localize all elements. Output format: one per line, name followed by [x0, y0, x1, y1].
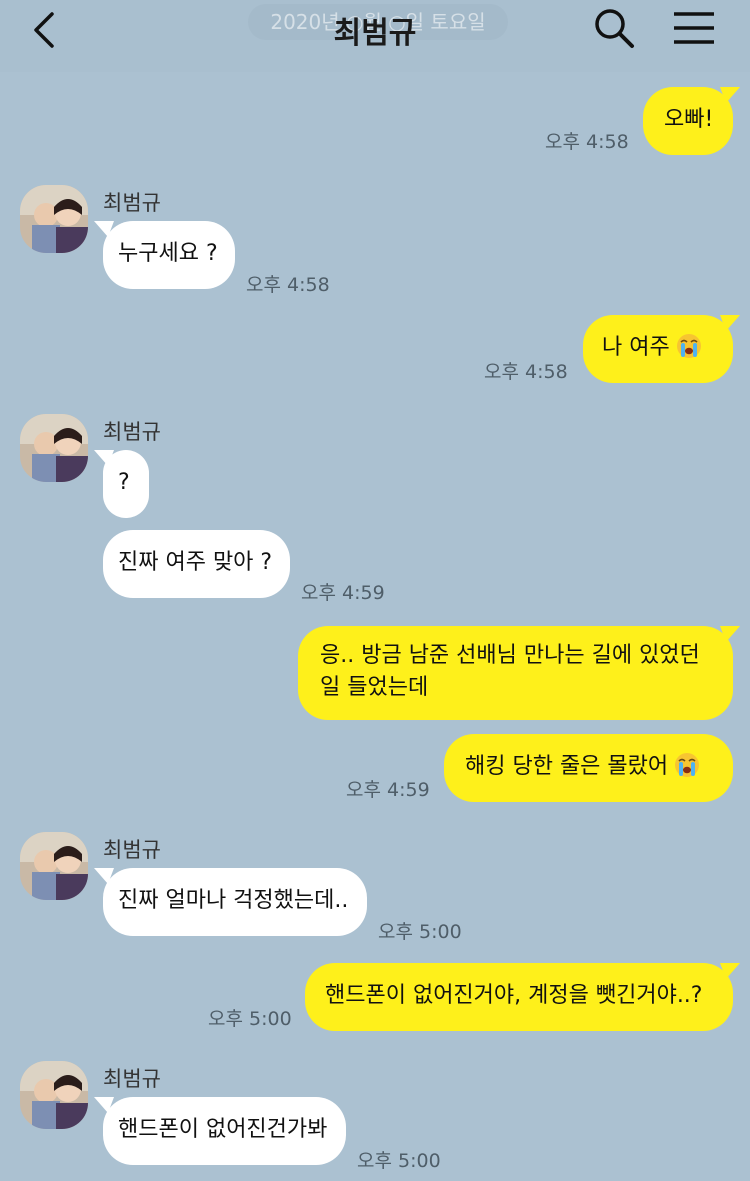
other-message-bubble[interactable]: 진짜 얼마나 걱정했는데..	[103, 868, 367, 936]
other-message-bubble[interactable]: 진짜 여주 맞아 ?	[103, 530, 290, 598]
sender-name: 최범규	[103, 191, 161, 215]
message-text: ?	[118, 470, 130, 495]
message-time: 오후 4:58	[246, 274, 330, 296]
bubble-tail	[94, 868, 114, 884]
message-time: 오후 5:00	[378, 921, 462, 943]
profile-photo	[20, 185, 88, 253]
message-text: 누구세요 ?	[118, 241, 218, 266]
message-time: 오후 4:59	[346, 779, 430, 801]
other-message-bubble[interactable]: 누구세요 ?	[103, 221, 235, 289]
message-time: 오후 4:59	[301, 582, 385, 604]
message-time: 오후 5:00	[357, 1150, 441, 1172]
bubble-tail	[94, 221, 114, 237]
avatar[interactable]	[20, 185, 88, 253]
my-message-bubble[interactable]: 핸드폰이 없어진거야, 계정을 뺏긴거야..?	[305, 963, 733, 1031]
profile-photo	[20, 1061, 88, 1129]
avatar[interactable]	[20, 1061, 88, 1129]
chat-title: 최범규	[333, 16, 417, 51]
loudly-crying-face-icon	[676, 334, 701, 358]
sender-name: 최범규	[103, 420, 161, 444]
message-text: 오빠!	[664, 107, 714, 132]
my-message-bubble[interactable]: 해킹 당한 줄은 몰랐어	[444, 734, 733, 802]
message-time: 오후 5:00	[208, 1008, 292, 1030]
avatar[interactable]	[20, 832, 88, 900]
sender-name: 최범규	[103, 838, 161, 862]
message-text: 진짜 얼마나 걱정했는데..	[118, 888, 349, 913]
bubble-tail	[94, 450, 114, 466]
profile-photo	[20, 414, 88, 482]
bubble-tail	[720, 87, 740, 103]
avatar[interactable]	[20, 414, 88, 482]
message-text: 핸드폰이 없어진거야, 계정을 뺏긴거야..?	[325, 983, 703, 1008]
search-icon[interactable]	[592, 6, 636, 50]
message-text: 진짜 여주 맞아 ?	[118, 550, 273, 575]
message-text-line: 응.. 방금 남준 선배님 만나는 길에 있었던	[320, 643, 700, 668]
message-time: 오후 4:58	[545, 131, 629, 153]
message-text: 해킹 당한 줄은 몰랐어	[465, 754, 669, 779]
sender-name: 최범규	[103, 1067, 161, 1091]
menu-icon[interactable]	[672, 10, 716, 46]
bubble-tail	[720, 963, 740, 979]
message-text-line: 일 들었는데	[320, 675, 429, 700]
loudly-crying-face-icon	[675, 753, 700, 777]
my-message-bubble[interactable]: 나 여주	[583, 315, 733, 383]
message-text: 나 여주	[602, 335, 670, 360]
message-text: 핸드폰이 없어진건가봐	[118, 1117, 328, 1142]
bubble-tail	[720, 626, 740, 642]
other-message-bubble[interactable]: 핸드폰이 없어진건가봐	[103, 1097, 346, 1165]
my-message-bubble[interactable]: 응.. 방금 남준 선배님 만나는 길에 있었던 일 들었는데	[298, 626, 733, 720]
bubble-tail	[720, 315, 740, 331]
bubble-tail	[94, 1097, 114, 1113]
message-time: 오후 4:58	[484, 361, 568, 383]
chat-header: 2020년 ○월 ○일 토요일 최범규	[0, 0, 750, 72]
profile-photo	[20, 832, 88, 900]
